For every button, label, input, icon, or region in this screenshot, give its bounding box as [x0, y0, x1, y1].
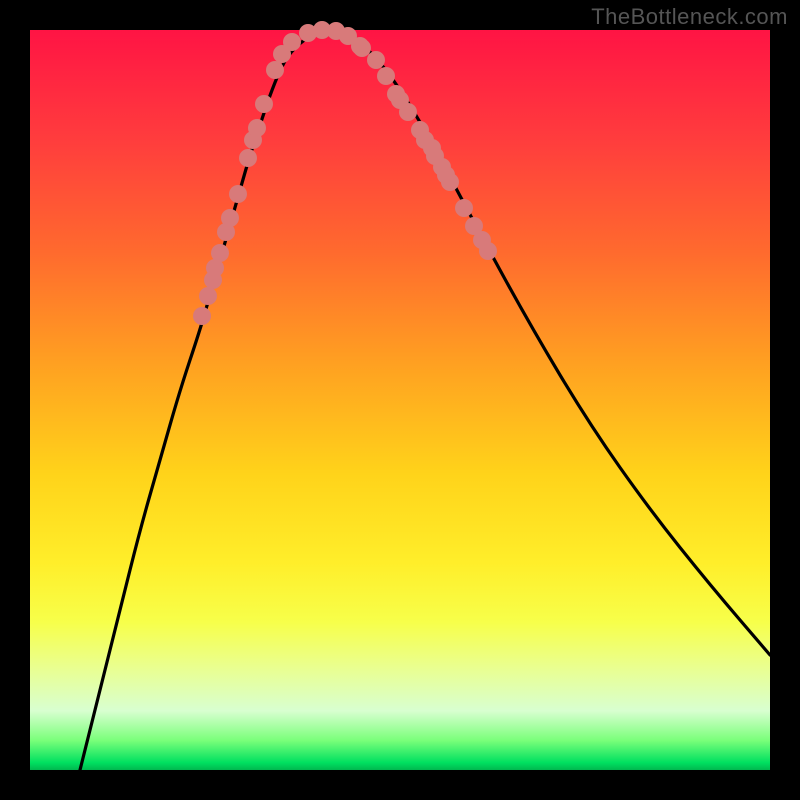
- chart-svg: [30, 30, 770, 770]
- data-marker: [248, 119, 266, 137]
- data-marker: [221, 209, 239, 227]
- data-marker: [423, 139, 441, 157]
- data-marker: [455, 199, 473, 217]
- data-marker: [255, 95, 273, 113]
- chart-frame: TheBottleneck.com: [0, 0, 800, 800]
- watermark-text: TheBottleneck.com: [591, 4, 788, 30]
- data-marker: [239, 149, 257, 167]
- data-marker: [199, 287, 217, 305]
- marker-group: [193, 21, 497, 325]
- data-marker: [399, 103, 417, 121]
- data-marker: [441, 173, 459, 191]
- plot-area: [30, 30, 770, 770]
- data-marker: [283, 33, 301, 51]
- data-marker: [193, 307, 211, 325]
- data-marker: [229, 185, 247, 203]
- data-marker: [266, 61, 284, 79]
- data-marker: [211, 244, 229, 262]
- data-marker: [367, 51, 385, 69]
- data-marker: [353, 39, 371, 57]
- data-marker: [387, 85, 405, 103]
- data-marker: [377, 67, 395, 85]
- data-marker: [479, 242, 497, 260]
